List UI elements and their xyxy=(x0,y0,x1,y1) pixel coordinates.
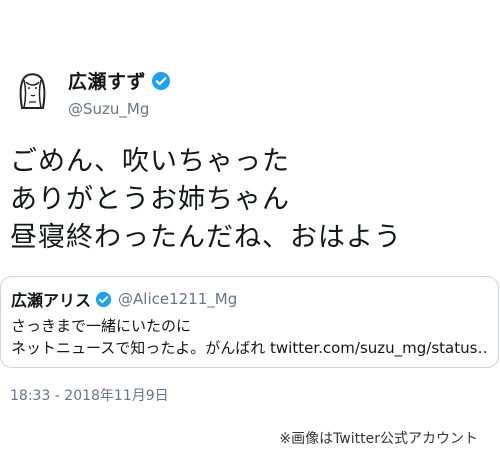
tweet-screenshot: 広瀬すず @Suzu_Mg ごめん、吹いちゃった ありがとうお姉ちゃん 昼寝終わ… xyxy=(0,0,500,460)
quoted-author-display-name: 広瀬アリス xyxy=(11,291,92,310)
quoted-author-row: 広瀬アリス @Alice1211_Mg xyxy=(11,287,488,311)
avatar[interactable] xyxy=(10,68,54,112)
quoted-tweet-line: ネットニュースで知ったよ。がんばれ twitter.com/suzu_mg/st… xyxy=(11,339,488,357)
quoted-tweet-text: さっきまで一緒にいたのに ネットニュースで知ったよ。がんばれ twitter.c… xyxy=(11,315,488,359)
verified-badge-icon xyxy=(95,291,112,308)
tweet-text: ごめん、吹いちゃった ありがとうお姉ちゃん 昼寝終わったんだね、おはよう xyxy=(10,143,490,257)
author-handle[interactable]: @Suzu_Mg xyxy=(68,100,171,118)
author-names: 広瀬すず @Suzu_Mg xyxy=(68,66,171,118)
author-name-row: 広瀬すず xyxy=(68,67,171,94)
author-display-name[interactable]: 広瀬すず xyxy=(68,67,146,94)
tweet-line: ごめん、吹いちゃった xyxy=(10,146,290,177)
quoted-author-handle: @Alice1211_Mg xyxy=(118,290,238,308)
tweet-timestamp[interactable]: 18:33 - 2018年11月9日 xyxy=(10,385,169,405)
tweet-line: ありがとうお姉ちゃん xyxy=(10,184,290,215)
quoted-tweet-line: さっきまで一緒にいたのに xyxy=(11,317,192,335)
avatar-sketch-icon xyxy=(10,68,54,112)
tweet-header: 広瀬すず @Suzu_Mg xyxy=(10,66,171,118)
verified-badge-icon xyxy=(151,71,171,91)
quoted-tweet-card[interactable]: 広瀬アリス @Alice1211_Mg さっきまで一緒にいたのに ネットニュース… xyxy=(0,276,499,368)
image-credit: ※画像はTwitter公式アカウント xyxy=(279,431,478,447)
tweet-line: 昼寝終わったんだね、おはよう xyxy=(10,222,402,253)
